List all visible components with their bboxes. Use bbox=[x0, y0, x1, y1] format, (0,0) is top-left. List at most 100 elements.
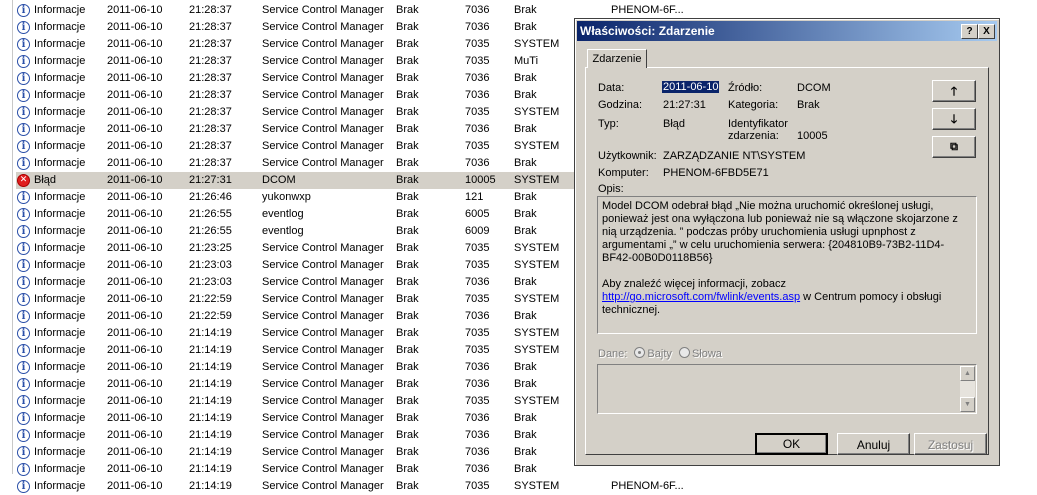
info-icon: i bbox=[17, 106, 30, 119]
info-icon: i bbox=[17, 395, 30, 408]
event-user: SYSTEM bbox=[514, 259, 560, 271]
event-row[interactable]: i Informacje 2011-06-10 21:28:37 Service Con… bbox=[16, 2, 696, 19]
copy-button[interactable]: ⧉ bbox=[932, 136, 976, 158]
info-icon: i bbox=[17, 89, 30, 102]
bytes-label: Bajty bbox=[647, 348, 672, 360]
event-date: 2011-06-10 bbox=[107, 344, 163, 356]
event-type: Informacje bbox=[34, 480, 86, 492]
event-date: 2011-06-10 bbox=[107, 463, 163, 475]
dialog-title-bar[interactable]: Właściwości: Zdarzenie ? X bbox=[577, 21, 997, 41]
event-source: Service Control Manager bbox=[262, 446, 384, 458]
event-row[interactable]: i Informacje 2011-06-10 21:14:19 Service Con… bbox=[16, 325, 596, 342]
help-link[interactable]: http://go.microsoft.com/fwlink/events.as… bbox=[602, 291, 800, 303]
event-row[interactable]: i Informacje 2011-06-10 21:28:37 Service Con… bbox=[16, 138, 596, 155]
data-scrollbar[interactable]: ▲ ▼ bbox=[960, 366, 975, 412]
event-row[interactable]: i Informacje 2011-06-10 21:28:37 Service Con… bbox=[16, 19, 596, 36]
event-row[interactable]: i Informacje 2011-06-10 21:14:19 Service Con… bbox=[16, 342, 596, 359]
event-type: Informacje bbox=[34, 225, 86, 237]
event-user: SYSTEM bbox=[514, 480, 560, 492]
event-id: 7035 bbox=[465, 327, 490, 339]
event-source: Service Control Manager bbox=[262, 157, 384, 169]
event-id-label-line2: zdarzenia: bbox=[728, 130, 779, 142]
event-row[interactable]: i Informacje 2011-06-10 21:14:19 Service Con… bbox=[16, 478, 696, 495]
event-row[interactable]: i Informacje 2011-06-10 21:14:19 Service Con… bbox=[16, 359, 596, 376]
description-box[interactable]: Model DCOM odebrał błąd „Nie można uruch… bbox=[597, 196, 977, 334]
event-row[interactable]: i Informacje 2011-06-10 21:23:03 Service Con… bbox=[16, 257, 596, 274]
event-row[interactable]: i Informacje 2011-06-10 21:28:37 Service Con… bbox=[16, 70, 596, 87]
scroll-up-icon[interactable]: ▲ bbox=[960, 366, 975, 381]
event-user: Brak bbox=[514, 89, 537, 101]
event-row[interactable]: i Informacje 2011-06-10 21:26:55 eventlog Bra… bbox=[16, 206, 596, 223]
event-row[interactable]: i Informacje 2011-06-10 21:14:19 Service Con… bbox=[16, 376, 596, 393]
event-user: SYSTEM bbox=[514, 140, 560, 152]
info-icon: i bbox=[17, 378, 30, 391]
event-time: 21:23:03 bbox=[189, 276, 232, 288]
event-row[interactable]: i Informacje 2011-06-10 21:23:03 Service Con… bbox=[16, 274, 596, 291]
words-label: Słowa bbox=[691, 348, 722, 360]
event-row[interactable]: i Informacje 2011-06-10 21:26:55 eventlog Bra… bbox=[16, 223, 596, 240]
bytes-radio[interactable] bbox=[634, 347, 646, 358]
event-date: 2011-06-10 bbox=[107, 157, 163, 169]
event-row[interactable]: i Informacje 2011-06-10 21:28:37 Service Con… bbox=[16, 87, 596, 104]
apply-button[interactable]: Zastosuj bbox=[914, 433, 987, 455]
scroll-down-icon[interactable]: ▼ bbox=[960, 397, 975, 412]
event-type: Informacje bbox=[34, 293, 86, 305]
event-row[interactable]: i Informacje 2011-06-10 21:28:37 Service Con… bbox=[16, 36, 596, 53]
info-icon: i bbox=[17, 140, 30, 153]
event-row[interactable]: i Informacje 2011-06-10 21:14:19 Service Con… bbox=[16, 444, 596, 461]
help-icon[interactable]: ? bbox=[961, 24, 978, 39]
event-row[interactable]: i Informacje 2011-06-10 21:14:19 Service Con… bbox=[16, 461, 596, 478]
event-row[interactable]: i Informacje 2011-06-10 21:28:37 Service Con… bbox=[16, 53, 596, 70]
event-date: 2011-06-10 bbox=[107, 378, 163, 390]
event-source: Service Control Manager bbox=[262, 72, 384, 84]
type-value: Błąd bbox=[663, 118, 686, 130]
date-value[interactable]: 2011-06-10 bbox=[662, 81, 720, 93]
event-row[interactable]: i Informacje 2011-06-10 21:26:46 yukonwxp Bra… bbox=[16, 189, 596, 206]
info-icon: i bbox=[17, 293, 30, 306]
event-type: Błąd bbox=[34, 174, 57, 186]
event-type: Informacje bbox=[34, 344, 86, 356]
event-category: Brak bbox=[396, 38, 419, 50]
data-label: Dane: bbox=[598, 348, 628, 360]
event-row[interactable]: ✕ Błąd 2011-06-10 21:27:31 DCOM Brak 10005 SYST… bbox=[16, 172, 596, 189]
event-row[interactable]: i Informacje 2011-06-10 21:14:19 Service Con… bbox=[16, 410, 596, 427]
event-date: 2011-06-10 bbox=[107, 361, 163, 373]
event-type: Informacje bbox=[34, 259, 86, 271]
copy-icon: ⧉ bbox=[950, 141, 958, 153]
event-row[interactable]: i Informacje 2011-06-10 21:28:37 Service Con… bbox=[16, 155, 596, 172]
event-category: Brak bbox=[396, 4, 419, 16]
event-type: Informacje bbox=[34, 208, 86, 220]
event-user: Brak bbox=[514, 208, 537, 220]
event-category: Brak bbox=[396, 412, 419, 424]
event-row[interactable]: i Informacje 2011-06-10 21:14:19 Service Con… bbox=[16, 427, 596, 444]
event-type: Informacje bbox=[34, 123, 86, 135]
source-value: DCOM bbox=[797, 82, 831, 94]
info-icon: i bbox=[17, 446, 30, 459]
ok-button[interactable]: OK bbox=[755, 433, 828, 455]
next-event-button[interactable]: 🡓 bbox=[932, 108, 976, 130]
event-time: 21:14:19 bbox=[189, 463, 232, 475]
event-row[interactable]: i Informacje 2011-06-10 21:28:37 Service Con… bbox=[16, 104, 596, 121]
event-id: 7035 bbox=[465, 55, 490, 67]
event-category: Brak bbox=[396, 378, 419, 390]
event-time: 21:26:46 bbox=[189, 191, 232, 203]
event-user: Brak bbox=[514, 429, 537, 441]
event-date: 2011-06-10 bbox=[107, 123, 163, 135]
event-row[interactable]: i Informacje 2011-06-10 21:22:59 Service Con… bbox=[16, 308, 596, 325]
event-category: Brak bbox=[396, 174, 419, 186]
data-format-row: Dane: Bajty Słowa bbox=[598, 347, 722, 360]
data-box[interactable]: ▲ ▼ bbox=[597, 364, 977, 414]
event-type: Informacje bbox=[34, 21, 86, 33]
event-source: Service Control Manager bbox=[262, 293, 384, 305]
close-icon[interactable]: X bbox=[978, 24, 995, 39]
event-row[interactable]: i Informacje 2011-06-10 21:14:19 Service Con… bbox=[16, 393, 596, 410]
previous-event-button[interactable]: 🡑 bbox=[932, 80, 976, 102]
words-radio[interactable] bbox=[678, 347, 690, 358]
event-row[interactable]: i Informacje 2011-06-10 21:28:37 Service Con… bbox=[16, 121, 596, 138]
event-row[interactable]: i Informacje 2011-06-10 21:22:59 Service Con… bbox=[16, 291, 596, 308]
event-source: Service Control Manager bbox=[262, 106, 384, 118]
tab-zdarzenie[interactable]: Zdarzenie bbox=[587, 49, 647, 68]
event-id: 7035 bbox=[465, 140, 490, 152]
event-row[interactable]: i Informacje 2011-06-10 21:23:25 Service Con… bbox=[16, 240, 596, 257]
cancel-button[interactable]: Anuluj bbox=[837, 433, 910, 455]
